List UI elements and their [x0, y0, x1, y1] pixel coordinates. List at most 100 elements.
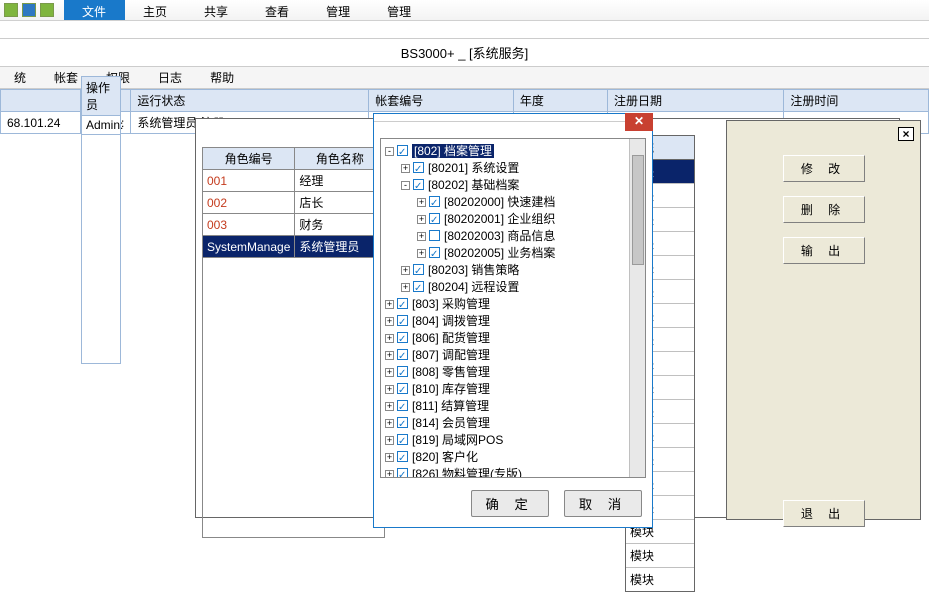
checkbox[interactable]: [397, 468, 408, 478]
expand-icon[interactable]: +: [385, 368, 394, 377]
tree-node[interactable]: + [80202000] 快速建档: [417, 194, 643, 211]
tree-node[interactable]: + [820] 客户化: [385, 449, 643, 466]
expand-icon[interactable]: +: [417, 232, 426, 241]
checkbox[interactable]: [429, 247, 440, 258]
tree-label[interactable]: [826] 物料管理(专版): [412, 467, 522, 478]
checkbox[interactable]: [397, 434, 408, 445]
tree-close-icon[interactable]: ✕: [625, 113, 653, 131]
checkbox[interactable]: [413, 162, 424, 173]
tree-label[interactable]: [80202000] 快速建档: [444, 195, 555, 209]
ribbon-tab-1[interactable]: 主页: [125, 0, 186, 20]
expand-icon[interactable]: +: [385, 351, 394, 360]
tree-node[interactable]: + [811] 结算管理: [385, 398, 643, 415]
tree-label[interactable]: [819] 局域网POS: [412, 433, 503, 447]
tree-node[interactable]: + [80201] 系统设置: [401, 160, 643, 177]
expand-icon[interactable]: +: [385, 453, 394, 462]
tree-node[interactable]: + [80202005] 业务档案: [417, 245, 643, 262]
expand-icon[interactable]: +: [385, 470, 394, 478]
checkbox[interactable]: [397, 451, 408, 462]
export-button[interactable]: 输 出: [783, 237, 865, 264]
checkbox[interactable]: [397, 332, 408, 343]
expand-icon[interactable]: +: [385, 419, 394, 428]
tree-label[interactable]: [814] 会员管理: [412, 416, 490, 430]
checkbox[interactable]: [429, 196, 440, 207]
expand-icon[interactable]: +: [385, 436, 394, 445]
expand-icon[interactable]: -: [401, 181, 410, 190]
checkbox[interactable]: [429, 213, 440, 224]
tree-label[interactable]: [808] 零售管理: [412, 365, 490, 379]
tree-label[interactable]: [80202001] 企业组织: [444, 212, 555, 226]
tree-label[interactable]: [806] 配货管理: [412, 331, 490, 345]
menu-3[interactable]: 日志: [144, 67, 196, 88]
system-row[interactable]: 模块: [626, 543, 694, 567]
menu-0[interactable]: 统: [0, 67, 40, 88]
checkbox[interactable]: [397, 366, 408, 377]
tree-node[interactable]: + [807] 调配管理: [385, 347, 643, 364]
expand-icon[interactable]: +: [385, 402, 394, 411]
checkbox[interactable]: [397, 349, 408, 360]
checkbox[interactable]: [397, 383, 408, 394]
tree-node[interactable]: +[80202003] 商品信息: [417, 228, 643, 245]
tree-label[interactable]: [80201] 系统设置: [428, 161, 519, 175]
role-row[interactable]: 002店长: [203, 192, 385, 214]
tree-node[interactable]: +[804] 调拨管理: [385, 313, 643, 330]
checkbox[interactable]: [397, 298, 408, 309]
checkbox[interactable]: [397, 315, 408, 326]
checkbox[interactable]: [397, 145, 408, 156]
role-col-name[interactable]: 角色名称: [295, 148, 385, 170]
grid-th-6[interactable]: 注册时间: [784, 90, 929, 112]
ribbon-tab-4[interactable]: 管理: [308, 0, 369, 20]
grid-th-3[interactable]: 帐套编号: [369, 90, 514, 112]
tree-label[interactable]: [80202] 基础档案: [428, 178, 519, 192]
tree-node[interactable]: +[80204] 远程设置: [401, 279, 643, 296]
tree-label[interactable]: [820] 客户化: [412, 450, 478, 464]
checkbox[interactable]: [397, 417, 408, 428]
checkbox[interactable]: [413, 281, 424, 292]
expand-icon[interactable]: +: [401, 266, 410, 275]
expand-icon[interactable]: +: [385, 300, 394, 309]
grid-th-2[interactable]: 运行状态: [131, 90, 369, 112]
tree-node[interactable]: + [806] 配货管理: [385, 330, 643, 347]
tree-node[interactable]: + [80202001] 企业组织: [417, 211, 643, 228]
ribbon-tab-2[interactable]: 共享: [186, 0, 247, 20]
expand-icon[interactable]: +: [401, 164, 410, 173]
ribbon-tab-3[interactable]: 查看: [247, 0, 308, 20]
ribbon-tab-0[interactable]: 文件: [64, 0, 125, 20]
tree-label[interactable]: [802] 档案管理: [412, 144, 494, 158]
expand-icon[interactable]: +: [417, 215, 426, 224]
tree-node[interactable]: +[810] 库存管理: [385, 381, 643, 398]
tree-label[interactable]: [807] 调配管理: [412, 348, 490, 362]
tree-label[interactable]: [810] 库存管理: [412, 382, 490, 396]
tree-body[interactable]: -[802] 档案管理+[80201] 系统设置-[80202] 基础档案+[8…: [380, 138, 646, 478]
expand-icon[interactable]: +: [401, 283, 410, 292]
checkbox[interactable]: [397, 400, 408, 411]
grid-th-0[interactable]: [1, 90, 81, 112]
qat-icon-1[interactable]: [4, 3, 18, 17]
tree-node[interactable]: + [808] 零售管理: [385, 364, 643, 381]
expand-icon[interactable]: -: [385, 147, 394, 156]
checkbox[interactable]: [413, 179, 424, 190]
role-col-code[interactable]: 角色编号: [203, 148, 295, 170]
role-row[interactable]: 001经理: [203, 170, 385, 192]
qat-icon-2[interactable]: [22, 3, 36, 17]
role-row[interactable]: 003财务: [203, 214, 385, 236]
expand-icon[interactable]: +: [417, 249, 426, 258]
tree-label[interactable]: [80202005] 业务档案: [444, 246, 555, 260]
tree-label[interactable]: [803] 采购管理: [412, 297, 490, 311]
tree-label[interactable]: [804] 调拨管理: [412, 314, 490, 328]
checkbox[interactable]: [413, 264, 424, 275]
cancel-button[interactable]: 取 消: [564, 490, 642, 517]
tree-node[interactable]: + [819] 局域网POS: [385, 432, 643, 449]
expand-icon[interactable]: +: [385, 334, 394, 343]
grid-th-4[interactable]: 年度: [513, 90, 607, 112]
scrollbar-thumb[interactable]: [632, 155, 644, 265]
grid-th-5[interactable]: 注册日期: [607, 90, 783, 112]
tree-label[interactable]: [80203] 销售策略: [428, 263, 519, 277]
expand-icon[interactable]: +: [417, 198, 426, 207]
ribbon-tab-5[interactable]: 管理: [369, 0, 430, 20]
modify-button[interactable]: 修 改: [783, 155, 865, 182]
tree-node[interactable]: + [826] 物料管理(专版): [385, 466, 643, 478]
tree-node[interactable]: + [803] 采购管理: [385, 296, 643, 313]
tree-label[interactable]: [811] 结算管理: [412, 399, 489, 413]
menu-4[interactable]: 帮助: [196, 67, 248, 88]
